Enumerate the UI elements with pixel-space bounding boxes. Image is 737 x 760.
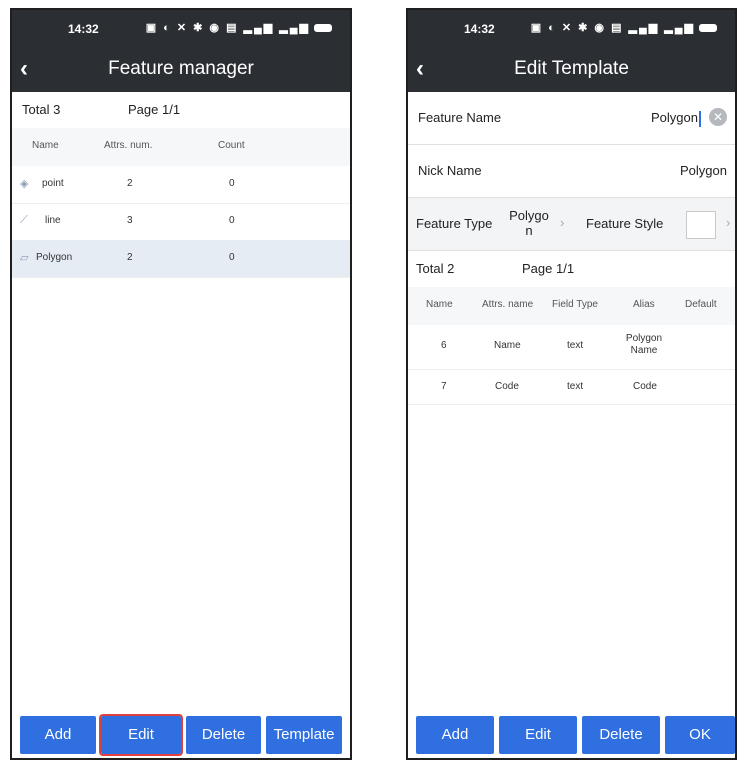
ok-button[interactable]: OK (665, 716, 735, 754)
status-bar: 14:32 ▣ ◐ ✕ ✱ ◉ ▤ ▂▄▆ ▂▄▆ (408, 10, 735, 46)
add-button[interactable]: Add (20, 716, 96, 754)
col-alias: Alias (633, 299, 655, 310)
feature-manager-screen: 14:32 ▣ ◐ ✕ ✱ ◉ ▤ ▂▄▆ ▂▄▆ ‹ Feature mana… (10, 8, 352, 760)
style-swatch[interactable] (686, 211, 716, 239)
feature-name-row[interactable]: Feature Name Polygon ✕ (408, 92, 735, 145)
polygon-icon: ▱ (20, 252, 29, 264)
col-count: Count (218, 140, 245, 151)
row-count: 0 (229, 252, 235, 263)
action-bar: Add Edit Delete OK (408, 712, 735, 758)
chevron-right-icon: › (560, 215, 565, 230)
col-name: Name (426, 299, 453, 310)
nick-name-label: Nick Name (418, 163, 482, 178)
row-attrs: 2 (127, 178, 133, 189)
status-bar: 14:32 ▣ ◐ ✕ ✱ ◉ ▤ ▂▄▆ ▂▄▆ (12, 10, 350, 46)
row-name: 6 (441, 340, 447, 351)
page-indicator: Page 1/1 (522, 261, 575, 276)
total-count: Total 3 (22, 102, 61, 117)
clear-icon[interactable]: ✕ (709, 108, 727, 126)
row-name: 7 (441, 381, 447, 392)
page-indicator: Page 1/1 (128, 102, 181, 117)
row-attrs: 3 (127, 215, 133, 226)
nick-name-row[interactable]: Nick Name Polygon (408, 145, 735, 198)
row-attrs-name: Name (494, 340, 521, 351)
edit-template-screen: 14:32 ▣ ◐ ✕ ✱ ◉ ▤ ▂▄▆ ▂▄▆ ‹ Edit Templat… (406, 8, 737, 760)
col-name: Name (32, 140, 59, 151)
table-row[interactable]: ⟋ line 3 0 (12, 203, 350, 241)
row-alias-line1: Polygon (625, 333, 663, 344)
title-bar: ‹ Edit Template (408, 46, 735, 92)
point-icon: ◈ (20, 178, 29, 190)
status-icons: ▣ ◐ ✕ ✱ ◉ ▤ ▂▄▆ ▂▄▆ (146, 21, 332, 34)
col-attrs-num: Attrs. num. (104, 140, 153, 151)
feature-name-input[interactable]: Polygon (651, 110, 701, 127)
table-row[interactable]: 7 Code text Code (408, 370, 735, 405)
back-arrow-icon[interactable]: ‹ (416, 46, 424, 92)
delete-button[interactable]: Delete (582, 716, 660, 754)
delete-button[interactable]: Delete (186, 716, 261, 754)
row-alias-line2: Name (630, 345, 658, 356)
battery-icon (314, 24, 332, 33)
edit-button[interactable]: Edit (99, 714, 183, 756)
row-count: 0 (229, 178, 235, 189)
page-title: Edit Template (514, 58, 629, 79)
action-bar: Add Edit Delete Template (12, 712, 350, 758)
row-field-type: text (567, 340, 584, 351)
row-alias: Polygon Name (618, 333, 670, 357)
edit-button[interactable]: Edit (499, 716, 577, 754)
feature-type-value: Polygo (509, 208, 549, 223)
type-style-row: Feature Type Polygo n › Feature Style › (408, 198, 735, 251)
page-title: Feature manager (108, 58, 254, 79)
template-button[interactable]: Template (266, 716, 342, 754)
col-attrs-name: Attrs. name (482, 299, 534, 310)
title-bar: ‹ Feature manager (12, 46, 350, 92)
row-field-type: text (567, 381, 584, 392)
row-attrs-name: Code (495, 381, 519, 392)
feature-type-value-wrap: n (525, 223, 533, 238)
feature-type-label: Feature Type (416, 216, 493, 231)
row-name: line (45, 215, 61, 226)
feature-name-value: Polygon (651, 110, 698, 125)
status-icons: ▣ ◐ ✕ ✱ ◉ ▤ ▂▄▆ ▂▄▆ (531, 21, 717, 34)
back-arrow-icon[interactable]: ‹ (20, 46, 28, 92)
feature-name-label: Feature Name (418, 110, 502, 125)
col-default: Default (685, 299, 717, 310)
add-button[interactable]: Add (416, 716, 494, 754)
table-row[interactable]: ◈ point 2 0 (12, 166, 350, 204)
table-row-selected[interactable]: ▱ Polygon 2 0 (12, 240, 350, 278)
col-field-type: Field Type (552, 299, 598, 310)
nick-name-input[interactable]: Polygon (680, 163, 727, 178)
status-time: 14:32 (464, 22, 495, 36)
text-caret (699, 110, 701, 127)
feature-style-label: Feature Style (586, 216, 664, 231)
row-name: Polygon (36, 252, 73, 263)
feature-type-select[interactable]: Polygo n (504, 208, 554, 238)
row-name: point (42, 178, 64, 189)
row-attrs: 2 (127, 252, 133, 263)
battery-icon (699, 24, 717, 33)
row-count: 0 (229, 215, 235, 226)
line-icon: ⟋ (20, 214, 28, 226)
status-time: 14:32 (68, 22, 99, 36)
table-row[interactable]: 6 Name text Polygon Name (408, 325, 735, 370)
summary-bar: Total 2 Page 1/1 (408, 251, 735, 288)
table-header: Name Attrs. name Field Type Alias Defaul… (408, 287, 735, 325)
summary-bar: Total 3 Page 1/1 (12, 92, 350, 129)
chevron-right-icon: › (726, 215, 731, 230)
total-count: Total 2 (416, 261, 455, 276)
row-alias: Code (633, 381, 657, 392)
table-header: Name Attrs. num. Count (12, 128, 350, 166)
